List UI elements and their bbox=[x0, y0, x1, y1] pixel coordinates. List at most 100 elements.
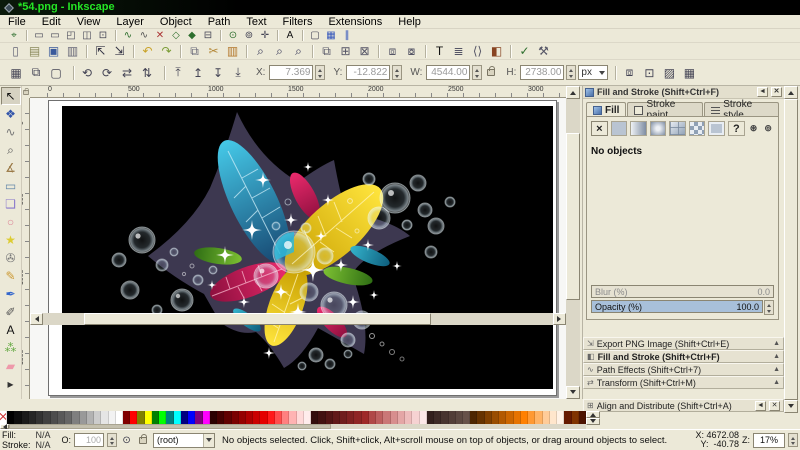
print-document[interactable]: ▥ bbox=[64, 44, 81, 59]
zoom-spinner[interactable] bbox=[788, 433, 798, 447]
collapse-icon[interactable]: ▲ bbox=[773, 379, 780, 386]
dock-restore-button[interactable]: ◄ bbox=[757, 87, 768, 97]
palette-swatch[interactable] bbox=[376, 411, 384, 424]
palette-swatch[interactable] bbox=[340, 411, 348, 424]
palette-swatch[interactable] bbox=[397, 411, 406, 424]
menubar-item[interactable]: Object bbox=[152, 16, 200, 28]
snap-enable[interactable]: ⌖ bbox=[7, 29, 21, 42]
palette-swatch[interactable] bbox=[506, 411, 514, 424]
export-png[interactable]: ⇲ bbox=[111, 44, 128, 59]
raise-to-top[interactable]: ⤒ bbox=[164, 64, 187, 82]
canvas-vertical-scrollbar[interactable] bbox=[566, 86, 580, 399]
flip-horizontal[interactable]: ⇄ bbox=[118, 64, 136, 82]
dock-close-button[interactable]: ✕ bbox=[769, 400, 780, 411]
palette-swatch[interactable] bbox=[151, 411, 160, 424]
paint-pattern[interactable] bbox=[688, 121, 706, 136]
palette-swatch[interactable] bbox=[166, 411, 174, 424]
height-field[interactable]: 2738.00 bbox=[520, 65, 565, 80]
palette-swatch[interactable] bbox=[79, 411, 87, 424]
palette-swatch[interactable] bbox=[571, 411, 579, 424]
menubar-item[interactable]: Help bbox=[390, 16, 429, 28]
palette-swatch[interactable] bbox=[557, 411, 565, 424]
palette-swatch[interactable] bbox=[86, 411, 95, 424]
palette-swatch[interactable] bbox=[347, 411, 355, 424]
palette-swatch[interactable] bbox=[130, 411, 138, 424]
object-opacity-spinner[interactable] bbox=[107, 433, 118, 447]
palette-swatch[interactable] bbox=[0, 411, 8, 424]
zoom-to-selection[interactable]: ⌕ bbox=[246, 44, 269, 59]
paint-linear-gradient[interactable] bbox=[630, 121, 647, 136]
palette-swatch[interactable] bbox=[36, 411, 44, 424]
snap-rotation-centers[interactable]: ✛ bbox=[258, 29, 272, 42]
snap-bbox-edges[interactable]: ▭ bbox=[48, 29, 62, 42]
affect-stroke-width[interactable]: ⧈ bbox=[615, 64, 638, 82]
palette-swatch[interactable] bbox=[94, 411, 102, 424]
object-opacity-field[interactable]: 100 bbox=[74, 433, 105, 447]
xml-editor[interactable]: ⟨⟩ bbox=[469, 44, 486, 59]
snap-grids[interactable]: ▦ bbox=[324, 29, 338, 42]
layer-selector[interactable]: (root) bbox=[153, 432, 216, 448]
palette-swatch[interactable] bbox=[144, 411, 152, 424]
snap-bbox-edge-midpoints[interactable]: ◫ bbox=[80, 29, 94, 42]
palette-swatch[interactable] bbox=[441, 411, 449, 424]
preferences-dialog[interactable]: ⚒ bbox=[535, 44, 552, 59]
paint-flat[interactable] bbox=[610, 121, 628, 136]
canvas[interactable] bbox=[30, 98, 566, 399]
collapse-icon[interactable]: ▲ bbox=[773, 340, 780, 347]
palette-swatch[interactable] bbox=[14, 411, 22, 424]
palette-swatch[interactable] bbox=[209, 411, 218, 424]
snap-bbox-centers[interactable]: ⊡ bbox=[96, 29, 110, 42]
palette-swatch[interactable] bbox=[282, 411, 290, 424]
palette-swatch[interactable] bbox=[238, 411, 246, 424]
dialog-title-bar[interactable]: Fill and Stroke (Shift+Ctrl+F) ◄ ✕ bbox=[583, 86, 784, 99]
palette-swatch[interactable] bbox=[390, 411, 398, 424]
palette-swatch[interactable] bbox=[101, 411, 109, 424]
palette-swatch[interactable] bbox=[224, 411, 232, 424]
snap-nodes[interactable]: ∿ bbox=[115, 29, 135, 42]
scroll-left-icon[interactable] bbox=[30, 313, 43, 325]
palette-swatch[interactable] bbox=[180, 411, 189, 424]
dock-bar-path-effects[interactable]: ∿ Path Effects (Shift+Ctrl+7) ▲ bbox=[583, 363, 784, 376]
menubar-item[interactable]: Filters bbox=[275, 16, 321, 28]
palette-swatch[interactable] bbox=[383, 411, 391, 424]
palette-swatch[interactable] bbox=[115, 411, 123, 424]
lock-ratio-icon[interactable] bbox=[487, 66, 496, 76]
fill-stroke-dialog[interactable]: ◧ bbox=[488, 44, 505, 59]
palette-swatch[interactable] bbox=[50, 411, 58, 424]
tool-3d-box[interactable]: ❑ bbox=[1, 195, 21, 213]
menubar-item[interactable]: Path bbox=[200, 16, 239, 28]
palette-swatch[interactable] bbox=[108, 411, 116, 424]
title-bar[interactable]: *54.png - Inkscape bbox=[0, 0, 800, 15]
palette-swatch[interactable] bbox=[542, 411, 550, 424]
collapse-icon[interactable]: ▲ bbox=[773, 353, 780, 360]
palette-swatch[interactable] bbox=[354, 411, 362, 424]
palette-swatch[interactable] bbox=[217, 411, 225, 424]
vertical-ruler[interactable]: 0500100015002000 bbox=[22, 98, 30, 399]
palette-scroll-buttons[interactable] bbox=[586, 411, 600, 425]
palette-swatch[interactable] bbox=[173, 411, 181, 424]
palette-swatch[interactable] bbox=[7, 411, 15, 424]
dock-bar-transform[interactable]: ⇄ Transform (Shift+Ctrl+M) ▲ bbox=[583, 376, 784, 389]
dock-bar-fill-stroke[interactable]: ◧ Fill and Stroke (Shift+Ctrl+F) ▲ bbox=[583, 350, 784, 363]
palette-swatch[interactable] bbox=[405, 411, 413, 424]
paint-radial-gradient[interactable] bbox=[649, 121, 667, 136]
palette-swatch[interactable] bbox=[57, 411, 66, 424]
tool-selector[interactable]: ↖ bbox=[0, 87, 21, 105]
palette-swatch[interactable] bbox=[311, 411, 319, 424]
palette-swatch[interactable] bbox=[470, 411, 478, 424]
scroll-right-icon[interactable] bbox=[553, 313, 566, 325]
duplicate[interactable]: ⧉ bbox=[312, 44, 335, 59]
tool-text[interactable]: A bbox=[1, 321, 21, 339]
palette-swatch[interactable] bbox=[535, 411, 543, 424]
menubar-item[interactable]: Extensions bbox=[320, 16, 390, 28]
paint-unknown[interactable]: ? bbox=[728, 121, 745, 136]
copy[interactable]: ⧉ bbox=[180, 44, 203, 59]
dock-scrollbar[interactable] bbox=[784, 86, 798, 413]
rotate-90-ccw[interactable]: ⟲ bbox=[73, 64, 96, 82]
tool-bezier-pen[interactable]: ✒ bbox=[1, 285, 21, 303]
affect-gradients[interactable]: ▨ bbox=[660, 64, 678, 82]
palette-swatch[interactable] bbox=[296, 411, 304, 424]
dock-bar-export-png[interactable]: ⇲ Export PNG Image (Shift+Ctrl+E) ▲ bbox=[583, 337, 784, 350]
palette-swatch[interactable] bbox=[137, 411, 145, 424]
menubar-item[interactable]: Text bbox=[238, 16, 274, 28]
